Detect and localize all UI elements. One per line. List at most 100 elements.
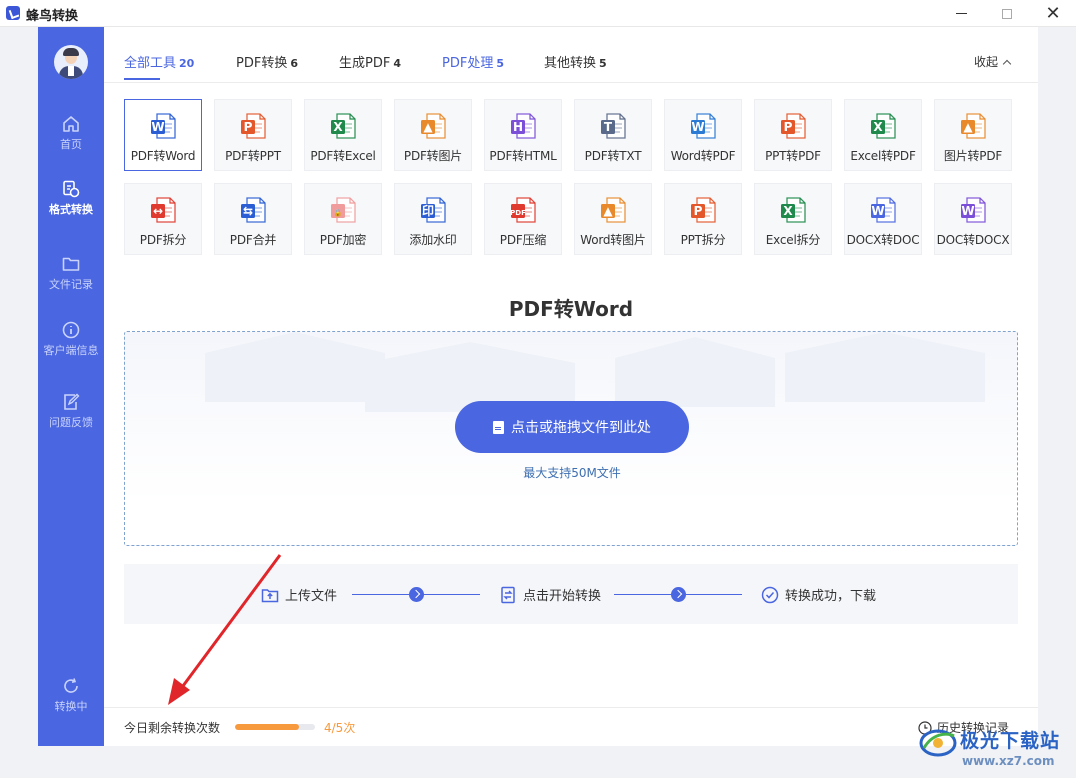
tool-doc-to-docx[interactable]: W DOC转DOCX	[934, 183, 1012, 255]
refresh-icon	[64, 678, 78, 693]
tool-pdf-to-excel[interactable]: X PDF转Excel	[304, 99, 382, 171]
document-icon	[493, 420, 504, 434]
tool-excel-split[interactable]: X Excel拆分	[754, 183, 832, 255]
divider	[104, 707, 1038, 708]
tool-watermark[interactable]: 印添加水印	[394, 183, 472, 255]
sidebar-item-file-records[interactable]: 文件记录	[38, 255, 104, 307]
svg-text:X: X	[783, 204, 793, 218]
upload-button-label: 点击或拖拽文件到此处	[511, 420, 651, 436]
svg-text:P: P	[784, 120, 793, 134]
info-icon	[62, 321, 80, 339]
sidebar-item-label: 格式转换	[49, 203, 93, 216]
main-panel: 全部工具 20 PDF转换 6 生成PDF 4 PDF处理 5 其他转换 5 收起 W PD…	[104, 27, 1038, 746]
tab-all-tools[interactable]: 全部工具 20	[124, 52, 194, 71]
doc-to-docx-icon: W	[961, 197, 986, 223]
svg-text:T: T	[604, 120, 613, 134]
docx-to-doc-icon: W	[871, 197, 896, 223]
svg-text:W: W	[961, 204, 974, 218]
check-circle-icon	[761, 586, 779, 603]
svg-text:▲: ▲	[423, 120, 433, 134]
svg-text:X: X	[333, 120, 343, 134]
file-size-hint: 最大支持50M文件	[523, 466, 621, 480]
collapse-button[interactable]: 收起	[974, 53, 1012, 70]
tool-label: PPT拆分	[680, 233, 726, 247]
home-icon	[63, 116, 79, 132]
tool-label: Word转PDF	[670, 149, 736, 163]
arrow-right-icon	[671, 587, 686, 602]
tool-label: 添加水印	[409, 233, 457, 247]
file-drop-zone[interactable]: 点击或拖拽文件到此处 最大支持50M文件	[124, 331, 1018, 546]
sidebar-item-client-info[interactable]: 客户端信息	[38, 321, 104, 373]
svg-text:▲: ▲	[963, 120, 973, 134]
minimize-button[interactable]	[938, 0, 984, 27]
tool-pdf-to-word[interactable]: W PDF转Word	[124, 99, 202, 171]
converter-title: PDF转Word	[508, 297, 634, 321]
sidebar-item-converting[interactable]: 转换中	[38, 677, 104, 729]
step-success: 转换成功，下载	[761, 585, 876, 604]
avatar[interactable]	[54, 45, 88, 79]
watermark-url: www.xz7.com	[962, 754, 1055, 768]
svg-text:↔: ↔	[153, 204, 163, 218]
remaining-progress-fill	[235, 724, 299, 730]
ppt-to-pdf-icon: P	[781, 113, 806, 139]
pdf-split-icon: ↔	[151, 197, 176, 223]
feedback-icon	[64, 393, 80, 410]
close-button[interactable]: ✕	[1030, 0, 1076, 27]
tool-pdf-encrypt[interactable]: 🔒 PDF加密	[304, 183, 382, 255]
minimize-icon	[955, 13, 967, 14]
app-logo-icon	[6, 6, 20, 20]
sidebar-item-format-convert[interactable]: 格式转换	[38, 180, 104, 232]
convert-doc-icon	[501, 586, 515, 603]
word-to-pdf-icon: W	[691, 113, 716, 139]
svg-text:🔒: 🔒	[334, 209, 343, 217]
remaining-progress-bar	[235, 724, 315, 730]
svg-text:P: P	[694, 204, 703, 218]
tool-pdf-to-image[interactable]: ▲ PDF转图片	[394, 99, 472, 171]
tool-label: Word转图片	[580, 233, 646, 247]
aurora-logo-icon	[919, 729, 957, 757]
svg-text:P: P	[244, 120, 253, 134]
pdf-compress-icon: PDF	[510, 197, 536, 223]
tool-image-to-pdf[interactable]: ▲ 图片转PDF	[934, 99, 1012, 171]
tool-label: DOC转DOCX	[936, 233, 1010, 247]
tool-label: PDF转HTML	[489, 149, 557, 163]
pdf-to-excel-icon: X	[331, 113, 356, 139]
tab-pdf-convert[interactable]: PDF转换 6	[236, 52, 298, 71]
tab-pdf-process[interactable]: PDF处理 5	[442, 52, 504, 71]
sidebar-item-home[interactable]: 首页	[38, 115, 104, 167]
tool-pdf-merge[interactable]: ⇆ PDF合并	[214, 183, 292, 255]
tool-word-to-image[interactable]: ▲ Word转图片	[574, 183, 652, 255]
pdf-encrypt-icon: 🔒	[331, 197, 356, 223]
divider	[104, 82, 1038, 83]
tool-ppt-to-pdf[interactable]: P PPT转PDF	[754, 99, 832, 171]
tool-pdf-to-txt[interactable]: T PDF转TXT	[574, 99, 652, 171]
step-start-convert: 点击开始转换	[499, 585, 601, 604]
tool-ppt-split[interactable]: P PPT拆分	[664, 183, 742, 255]
tool-label: PDF转Word	[130, 149, 196, 163]
tool-docx-to-doc[interactable]: W DOCX转DOC	[844, 183, 922, 255]
tool-label: PDF转TXT	[584, 149, 642, 163]
tool-pdf-split[interactable]: ↔ PDF拆分	[124, 183, 202, 255]
svg-text:W: W	[151, 120, 164, 134]
pdf-to-txt-icon: T	[601, 113, 626, 139]
remaining-label: 今日剩余转换次数	[124, 721, 221, 735]
tool-excel-to-pdf[interactable]: X Excel转PDF	[844, 99, 922, 171]
sidebar-item-feedback[interactable]: 问题反馈	[38, 393, 104, 445]
tool-word-to-pdf[interactable]: W Word转PDF	[664, 99, 742, 171]
upload-file-button[interactable]: 点击或拖拽文件到此处	[455, 401, 689, 453]
tool-label: PDF拆分	[139, 233, 187, 247]
tab-other-convert[interactable]: 其他转换 5	[544, 52, 607, 71]
ppt-split-icon: P	[691, 197, 716, 223]
remaining-count: 4/5次	[324, 721, 356, 735]
maximize-button[interactable]	[984, 0, 1030, 27]
convert-icon	[63, 180, 80, 198]
tool-pdf-to-html[interactable]: H PDF转HTML	[484, 99, 562, 171]
tool-pdf-to-ppt[interactable]: P PDF转PPT	[214, 99, 292, 171]
word-to-image-icon: ▲	[601, 197, 626, 223]
sidebar-item-label: 文件记录	[49, 278, 93, 291]
image-to-pdf-icon: ▲	[961, 113, 986, 139]
tab-create-pdf[interactable]: 生成PDF 4	[339, 52, 401, 71]
tool-pdf-compress[interactable]: PDF PDF压缩	[484, 183, 562, 255]
tool-label: PDF压缩	[499, 233, 547, 247]
sidebar-item-label: 客户端信息	[43, 344, 99, 357]
